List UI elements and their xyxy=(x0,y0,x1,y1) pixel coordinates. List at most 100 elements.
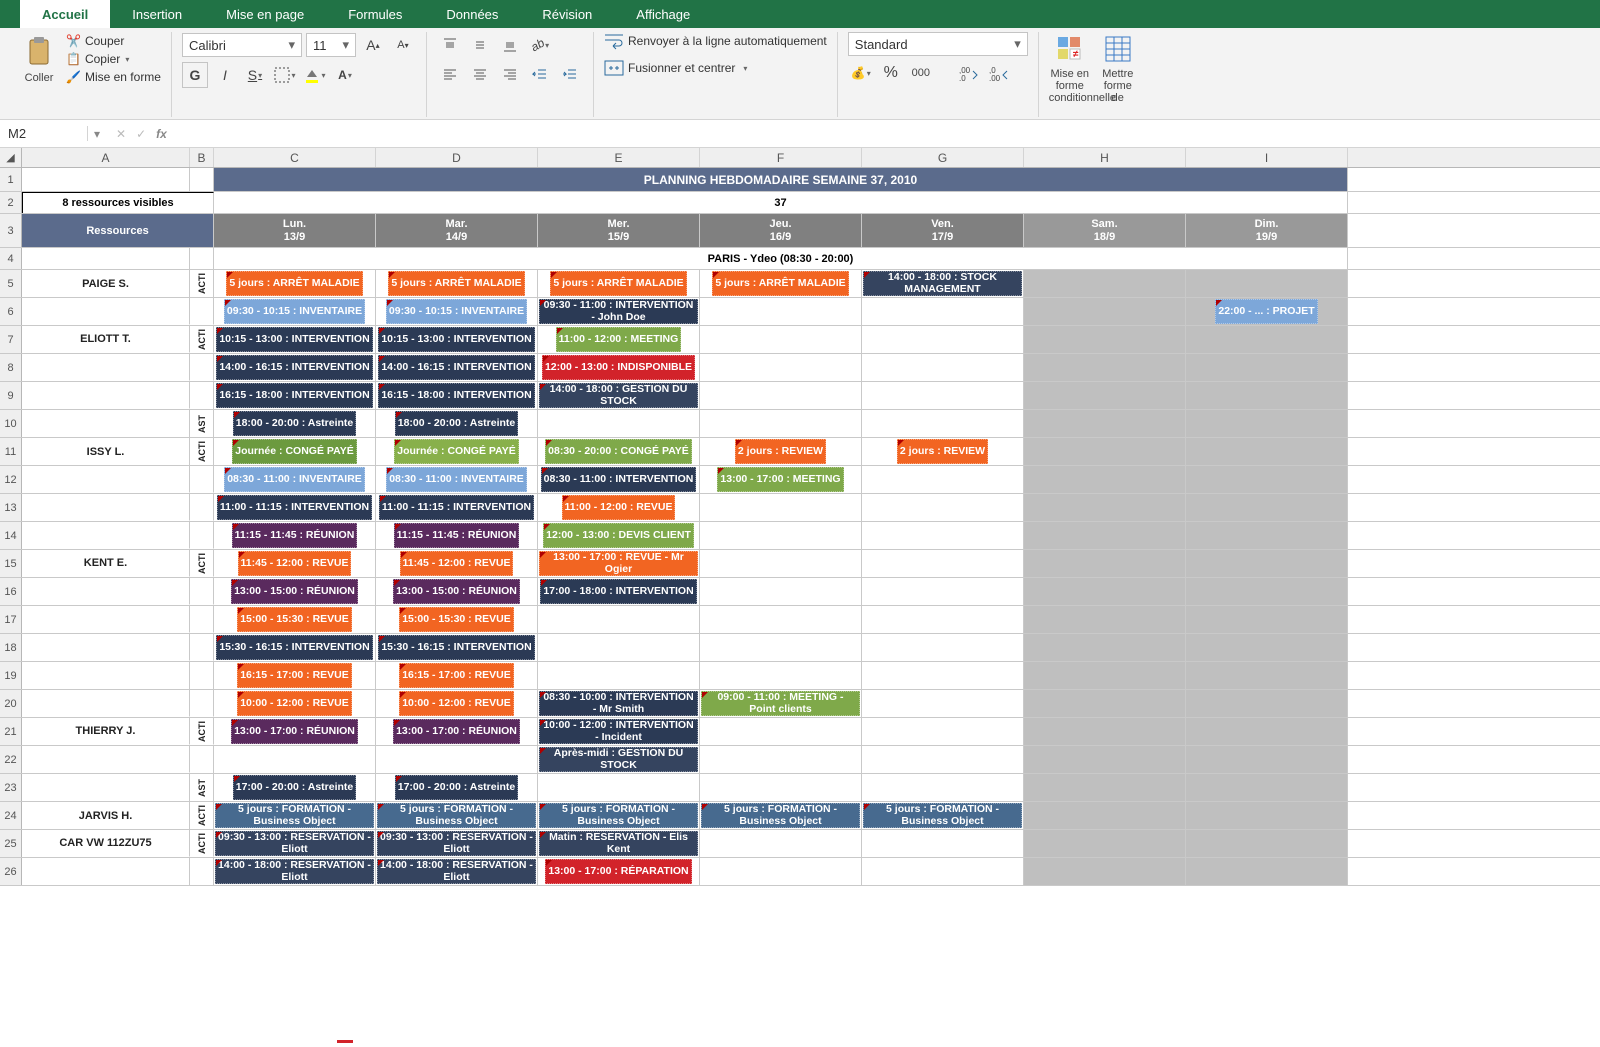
day-cell[interactable]: 11:45 - 12:00 : REVUE xyxy=(376,550,538,577)
schedule-event[interactable]: 15:30 - 16:15 : INTERVENTION xyxy=(378,635,534,660)
grid-cell[interactable] xyxy=(22,298,190,325)
day-cell[interactable] xyxy=(1024,830,1186,857)
day-cell[interactable]: 10:15 - 13:00 : INTERVENTION xyxy=(214,326,376,353)
grid-cell[interactable]: ELIOTT T. xyxy=(22,326,190,353)
day-cell[interactable] xyxy=(1186,802,1348,829)
merge-center-button[interactable]: Fusionner et centrer▾ xyxy=(604,60,747,76)
day-cell[interactable] xyxy=(1186,690,1348,717)
day-cell[interactable]: 16:15 - 18:00 : INTERVENTION xyxy=(214,382,376,409)
grid-cell[interactable]: Lun.13/9 xyxy=(214,214,376,247)
grid-cell[interactable] xyxy=(22,466,190,493)
day-cell[interactable] xyxy=(700,606,862,633)
currency-icon[interactable]: 💰▾ xyxy=(848,60,874,86)
schedule-event[interactable]: 13:00 - 15:00 : RÉUNION xyxy=(393,579,520,604)
day-cell[interactable] xyxy=(1186,466,1348,493)
day-cell[interactable]: 13:00 - 15:00 : RÉUNION xyxy=(214,578,376,605)
day-cell[interactable]: 15:30 - 16:15 : INTERVENTION xyxy=(376,634,538,661)
schedule-event[interactable]: 18:00 - 20:00 : Astreinte xyxy=(233,411,357,436)
day-cell[interactable]: 08:30 - 10:00 : INTERVENTION - Mr Smith xyxy=(538,690,700,717)
day-cell[interactable] xyxy=(862,382,1024,409)
name-box[interactable]: M2 xyxy=(0,126,88,141)
day-cell[interactable] xyxy=(700,410,862,437)
schedule-event[interactable]: 13:00 - 17:00 : MEETING xyxy=(717,467,843,492)
tab-révision[interactable]: Révision xyxy=(520,0,614,28)
day-cell[interactable] xyxy=(1024,298,1186,325)
grid-cell[interactable]: ACTI xyxy=(190,718,214,745)
schedule-event[interactable]: 15:00 - 15:30 : REVUE xyxy=(399,607,514,632)
day-cell[interactable] xyxy=(862,690,1024,717)
day-cell[interactable]: 08:30 - 11:00 : INTERVENTION xyxy=(538,466,700,493)
schedule-event[interactable]: 11:45 - 12:00 : REVUE xyxy=(238,551,352,576)
thousands-icon[interactable]: 000 xyxy=(908,60,934,86)
fill-color-button[interactable]: ▾ xyxy=(302,62,328,88)
column-header-E[interactable]: E xyxy=(538,148,700,167)
day-cell[interactable] xyxy=(700,382,862,409)
row-header[interactable]: 8 xyxy=(0,354,22,381)
align-right-icon[interactable] xyxy=(497,62,523,88)
schedule-event[interactable]: Après-midi : GESTION DU STOCK xyxy=(539,747,698,772)
day-cell[interactable] xyxy=(700,298,862,325)
day-cell[interactable] xyxy=(700,326,862,353)
grid-cell[interactable] xyxy=(22,168,190,191)
row-header[interactable]: 19 xyxy=(0,662,22,689)
schedule-event[interactable]: Matin : RESERVATION - Elis Kent xyxy=(539,831,698,856)
namebox-dropdown-icon[interactable]: ▾ xyxy=(88,127,106,141)
italic-button[interactable]: I xyxy=(212,62,238,88)
day-cell[interactable] xyxy=(1186,354,1348,381)
day-cell[interactable] xyxy=(1186,494,1348,521)
cut-button[interactable]: Couper xyxy=(85,34,124,48)
grid-cell[interactable]: ACTI xyxy=(190,326,214,353)
schedule-event[interactable]: 11:00 - 12:00 : MEETING xyxy=(556,327,682,352)
day-cell[interactable] xyxy=(1186,746,1348,773)
schedule-event[interactable]: 5 jours : FORMATION - Business Object xyxy=(863,803,1022,828)
day-cell[interactable]: 2 jours : REVIEW xyxy=(700,438,862,465)
day-cell[interactable] xyxy=(862,578,1024,605)
schedule-event[interactable]: 5 jours : ARRÊT MALADIE xyxy=(226,271,362,296)
schedule-event[interactable]: 10:15 - 13:00 : INTERVENTION xyxy=(216,327,372,352)
day-cell[interactable]: 11:00 - 11:15 : INTERVENTION xyxy=(214,494,376,521)
schedule-event[interactable]: 08:30 - 11:00 : INTERVENTION xyxy=(541,467,697,492)
day-cell[interactable]: Après-midi : GESTION DU STOCK xyxy=(538,746,700,773)
grid-cell[interactable]: ACTI xyxy=(190,270,214,297)
column-header-I[interactable]: I xyxy=(1186,148,1348,167)
day-cell[interactable] xyxy=(1024,382,1186,409)
row-header[interactable]: 26 xyxy=(0,858,22,885)
format-painter-icon[interactable]: 🖌️ xyxy=(66,70,81,84)
grid-cell[interactable]: AST xyxy=(190,774,214,801)
schedule-event[interactable]: 11:00 - 11:15 : INTERVENTION xyxy=(217,495,372,520)
day-cell[interactable] xyxy=(862,662,1024,689)
day-cell[interactable]: 13:00 - 15:00 : RÉUNION xyxy=(376,578,538,605)
format-as-table-button[interactable]: Mettre forme de xyxy=(1097,32,1139,104)
day-cell[interactable] xyxy=(1024,746,1186,773)
align-middle-icon[interactable] xyxy=(467,32,493,58)
day-cell[interactable]: 5 jours : FORMATION - Business Object xyxy=(538,802,700,829)
day-cell[interactable] xyxy=(1024,802,1186,829)
grid-cell[interactable] xyxy=(190,494,214,521)
column-header-H[interactable]: H xyxy=(1024,148,1186,167)
grid-cell[interactable] xyxy=(190,690,214,717)
align-bottom-icon[interactable] xyxy=(497,32,523,58)
grid-cell[interactable] xyxy=(22,858,190,885)
schedule-event[interactable]: 13:00 - 17:00 : REVUE - Mr Ogier xyxy=(539,551,698,576)
day-cell[interactable] xyxy=(1186,410,1348,437)
font-size-combo[interactable]: 11▾ xyxy=(306,33,356,57)
tab-affichage[interactable]: Affichage xyxy=(614,0,712,28)
align-left-icon[interactable] xyxy=(437,62,463,88)
day-cell[interactable]: 11:15 - 11:45 : RÉUNION xyxy=(214,522,376,549)
schedule-event[interactable]: 14:00 - 16:15 : INTERVENTION xyxy=(216,355,372,380)
grid-cell[interactable]: Ressources xyxy=(22,214,214,247)
tab-accueil[interactable]: Accueil xyxy=(20,0,110,28)
grid-cell[interactable] xyxy=(22,774,190,801)
accept-formula-icon[interactable]: ✓ xyxy=(136,127,146,141)
day-cell[interactable] xyxy=(1024,494,1186,521)
percent-icon[interactable]: % xyxy=(878,60,904,86)
day-cell[interactable]: 15:00 - 15:30 : REVUE xyxy=(376,606,538,633)
schedule-event[interactable]: 08:30 - 10:00 : INTERVENTION - Mr Smith xyxy=(539,691,698,716)
day-cell[interactable] xyxy=(1186,606,1348,633)
day-cell[interactable]: 18:00 - 20:00 : Astreinte xyxy=(214,410,376,437)
font-name-combo[interactable]: Calibri▾ xyxy=(182,33,302,57)
day-cell[interactable]: 5 jours : ARRÊT MALADIE xyxy=(376,270,538,297)
schedule-event[interactable]: 17:00 - 20:00 : Astreinte xyxy=(395,775,519,800)
column-header-B[interactable]: B xyxy=(190,148,214,167)
tab-données[interactable]: Données xyxy=(424,0,520,28)
